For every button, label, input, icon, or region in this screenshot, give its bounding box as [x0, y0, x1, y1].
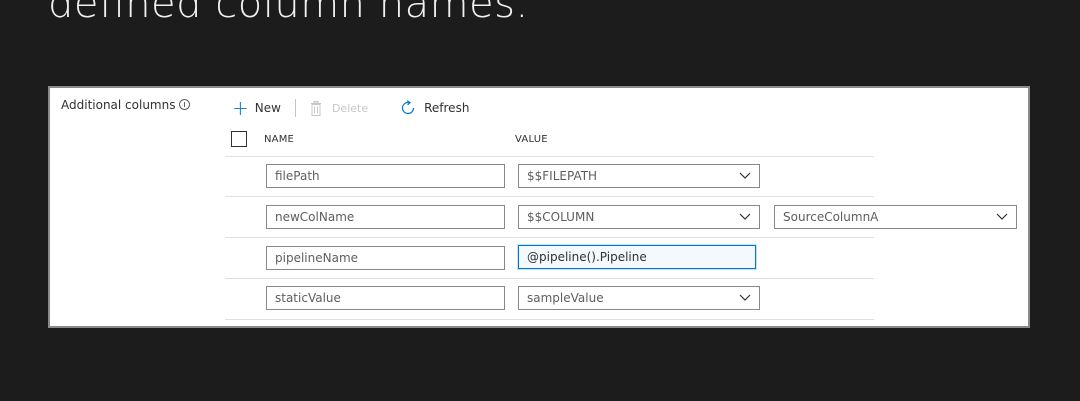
new-button-label: New — [254, 101, 281, 115]
chevron-down-icon — [739, 213, 751, 220]
refresh-button-label: Refresh — [424, 101, 470, 115]
value-dropdown[interactable]: sampleValue — [518, 286, 760, 310]
value-dropdown-text: $$FILEPATH — [527, 169, 598, 183]
slide-heading: defined column names. — [48, 0, 529, 27]
toolbar: + New Delete Refresh — [232, 98, 469, 118]
value-input[interactable]: @pipeline().Pipeline — [518, 245, 756, 269]
chevron-down-icon — [739, 294, 751, 301]
table-row: pipelineName @pipeline().Pipeline — [225, 238, 874, 279]
name-input[interactable]: filePath — [266, 164, 505, 188]
value-dropdown-text: sampleValue — [527, 291, 604, 305]
refresh-button[interactable]: Refresh — [368, 100, 469, 116]
name-input[interactable]: pipelineName — [266, 246, 505, 270]
chevron-down-icon — [739, 172, 751, 179]
name-input[interactable]: staticValue — [266, 286, 505, 310]
table-header: NAME VALUE — [225, 126, 874, 157]
table-row: staticValue sampleValue — [225, 279, 874, 320]
value-dropdown[interactable]: $$COLUMN — [518, 205, 760, 229]
info-icon[interactable] — [179, 98, 191, 110]
value-dropdown-text: $$COLUMN — [527, 210, 595, 224]
refresh-icon — [400, 100, 416, 116]
chevron-down-icon — [996, 213, 1008, 220]
table-row: filePath $$FILEPATH — [225, 156, 874, 197]
name-column-header: NAME — [264, 134, 295, 145]
additional-columns-panel: Additional columns + New Delete Refresh … — [48, 86, 1030, 328]
toolbar-separator — [294, 99, 296, 117]
value-column-header: VALUE — [515, 134, 548, 145]
source-column-dropdown-text: SourceColumnA — [783, 210, 879, 224]
additional-columns-label-text: Additional columns — [61, 98, 176, 112]
select-all-checkbox[interactable] — [231, 131, 247, 147]
delete-button[interactable]: Delete — [310, 100, 368, 116]
source-column-dropdown[interactable]: SourceColumnA — [774, 205, 1017, 229]
new-button[interactable]: + New — [232, 96, 281, 120]
delete-button-label: Delete — [331, 101, 369, 115]
additional-columns-label: Additional columns — [61, 98, 191, 112]
plus-icon: + — [232, 96, 249, 120]
value-dropdown[interactable]: $$FILEPATH — [518, 164, 760, 188]
table-row: newColName $$COLUMN SourceColumnA — [225, 197, 1017, 238]
name-input[interactable]: newColName — [266, 205, 505, 229]
trash-icon — [310, 100, 324, 116]
